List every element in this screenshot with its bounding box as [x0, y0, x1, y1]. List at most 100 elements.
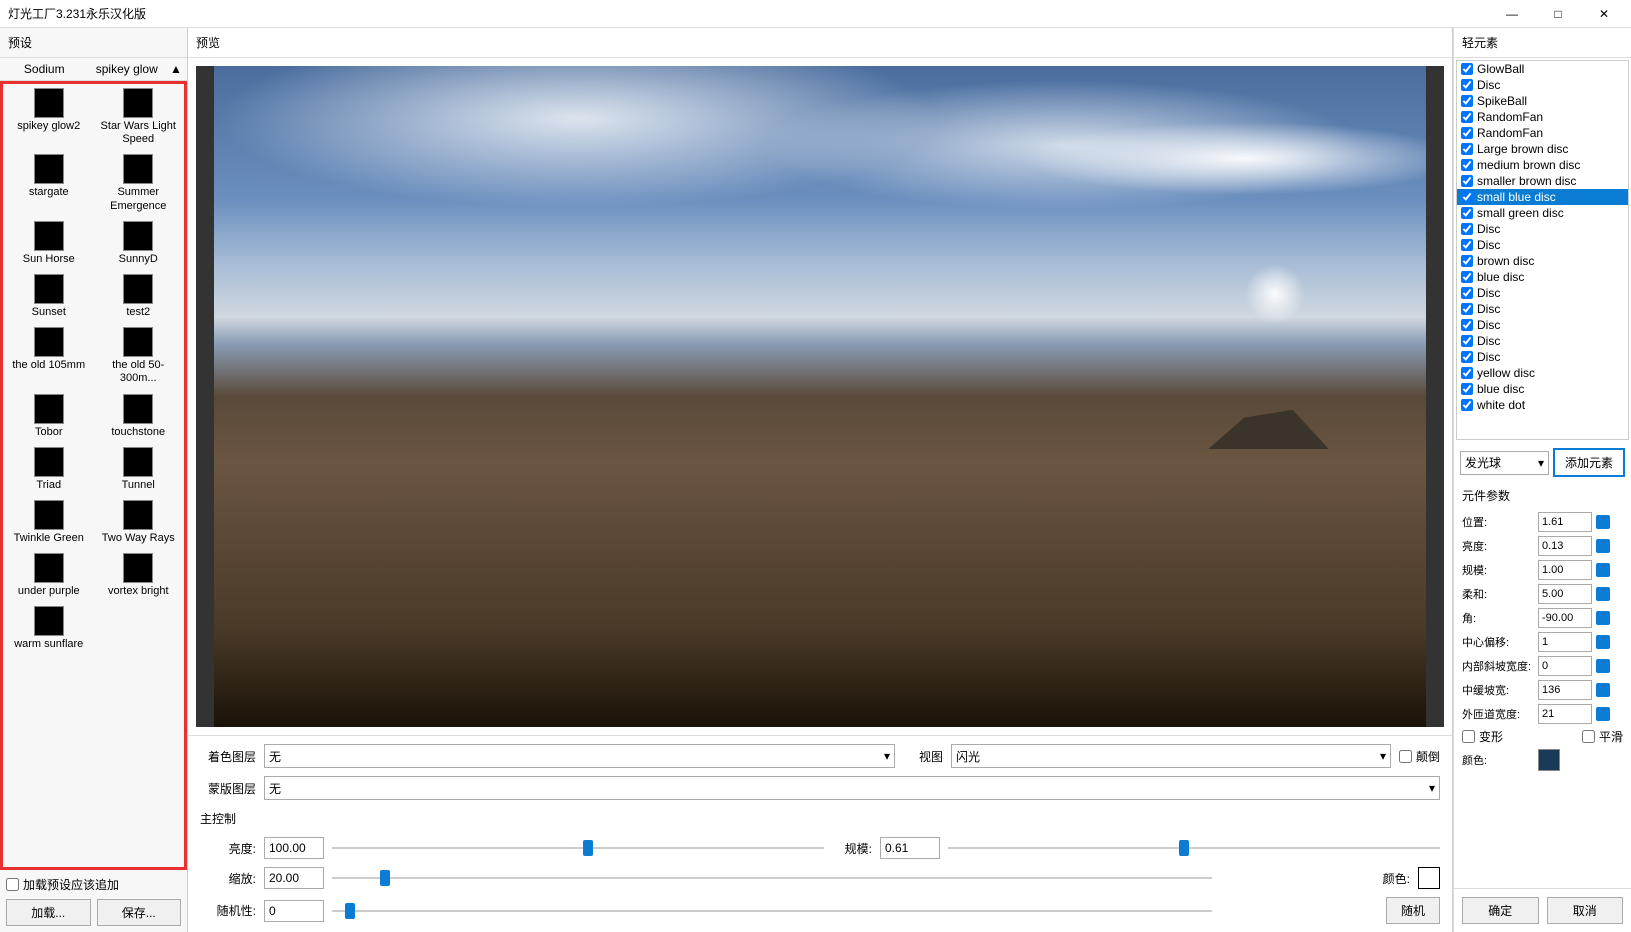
element-checkbox[interactable] [1461, 319, 1473, 331]
element-item[interactable]: Disc [1457, 237, 1628, 253]
element-checkbox[interactable] [1461, 383, 1473, 395]
preset-item[interactable]: Star Wars Light Speed [95, 86, 183, 148]
element-checkbox[interactable] [1461, 159, 1473, 171]
element-checkbox[interactable] [1461, 399, 1473, 411]
load-button[interactable]: 加载... [6, 899, 91, 926]
element-checkbox[interactable] [1461, 127, 1473, 139]
preset-item[interactable]: stargate [5, 152, 93, 214]
element-checkbox[interactable] [1461, 143, 1473, 155]
element-item[interactable]: white dot [1457, 397, 1628, 413]
preset-item[interactable]: touchstone [95, 392, 183, 441]
random-button[interactable]: 随机 [1386, 897, 1440, 924]
element-item[interactable]: yellow disc [1457, 365, 1628, 381]
param-angle-slider[interactable] [1596, 611, 1610, 625]
param-soft-input[interactable] [1538, 584, 1592, 604]
preset-item[interactable]: under purple [5, 551, 93, 600]
zoom-input[interactable] [264, 867, 324, 889]
flip-checkbox[interactable] [1399, 750, 1412, 763]
maximize-button[interactable]: □ [1535, 0, 1581, 28]
preset-item[interactable]: the old 105mm [5, 325, 93, 387]
element-checkbox[interactable] [1461, 95, 1473, 107]
element-item[interactable]: SpikeBall [1457, 93, 1628, 109]
param-mid-slope-slider[interactable] [1596, 683, 1610, 697]
element-item[interactable]: RandomFan [1457, 125, 1628, 141]
chevron-up-icon[interactable]: ▲ [169, 62, 183, 76]
view-select[interactable]: 闪光 ▾ [951, 744, 1391, 768]
element-checkbox[interactable] [1461, 335, 1473, 347]
param-scale-slider[interactable] [1596, 563, 1610, 577]
preview-canvas[interactable] [196, 66, 1444, 727]
element-checkbox[interactable] [1461, 111, 1473, 123]
element-item[interactable]: Disc [1457, 317, 1628, 333]
zoom-slider[interactable] [332, 867, 1212, 889]
element-item[interactable]: Disc [1457, 301, 1628, 317]
element-checkbox[interactable] [1461, 175, 1473, 187]
param-mid-slope-input[interactable] [1538, 680, 1592, 700]
preset-item[interactable]: vortex bright [95, 551, 183, 600]
element-item[interactable]: Disc [1457, 77, 1628, 93]
preset-item[interactable]: SunnyD [95, 219, 183, 268]
preset-item[interactable]: spikey glow2 [5, 86, 93, 148]
element-checkbox[interactable] [1461, 271, 1473, 283]
ok-button[interactable]: 确定 [1462, 897, 1539, 924]
smooth-checkbox[interactable] [1582, 730, 1595, 743]
element-checkbox[interactable] [1461, 191, 1473, 203]
param-outer-slider[interactable] [1596, 707, 1610, 721]
element-item[interactable]: medium brown disc [1457, 157, 1628, 173]
cancel-button[interactable]: 取消 [1547, 897, 1624, 924]
param-outer-input[interactable] [1538, 704, 1592, 724]
element-checkbox[interactable] [1461, 79, 1473, 91]
param-scale-input[interactable] [1538, 560, 1592, 580]
brightness-input[interactable] [264, 837, 324, 859]
load-append-checkbox[interactable] [6, 878, 19, 891]
preset-item[interactable]: Tobor [5, 392, 93, 441]
element-checkbox[interactable] [1461, 223, 1473, 235]
element-checkbox[interactable] [1461, 63, 1473, 75]
element-checkbox[interactable] [1461, 303, 1473, 315]
element-item[interactable]: Large brown disc [1457, 141, 1628, 157]
preset-item[interactable]: Summer Emergence [95, 152, 183, 214]
element-type-select[interactable]: 发光球 ▾ [1460, 451, 1549, 475]
minimize-button[interactable]: — [1489, 0, 1535, 28]
deform-checkbox[interactable] [1462, 730, 1475, 743]
element-item[interactable]: small green disc [1457, 205, 1628, 221]
element-item[interactable]: Disc [1457, 349, 1628, 365]
preset-item[interactable]: Sun Horse [5, 219, 93, 268]
preset-item[interactable]: warm sunflare [5, 604, 93, 653]
param-inner-slope-input[interactable] [1538, 656, 1592, 676]
save-button[interactable]: 保存... [97, 899, 182, 926]
element-checkbox[interactable] [1461, 287, 1473, 299]
elements-list[interactable]: GlowBallDiscSpikeBallRandomFanRandomFanL… [1456, 60, 1629, 440]
param-angle-input[interactable] [1538, 608, 1592, 628]
add-element-button[interactable]: 添加元素 [1553, 448, 1625, 477]
element-item[interactable]: RandomFan [1457, 109, 1628, 125]
element-item[interactable]: GlowBall [1457, 61, 1628, 77]
param-inner-slope-slider[interactable] [1596, 659, 1610, 673]
element-item[interactable]: blue disc [1457, 269, 1628, 285]
preset-item[interactable]: test2 [95, 272, 183, 321]
close-button[interactable]: ✕ [1581, 0, 1627, 28]
preset-item[interactable]: Sunset [5, 272, 93, 321]
param-brightness-slider[interactable] [1596, 539, 1610, 553]
element-item[interactable]: smaller brown disc [1457, 173, 1628, 189]
preset-item[interactable]: the old 50-300m... [95, 325, 183, 387]
element-item[interactable]: brown disc [1457, 253, 1628, 269]
color-swatch[interactable] [1418, 867, 1440, 889]
element-checkbox[interactable] [1461, 351, 1473, 363]
param-soft-slider[interactable] [1596, 587, 1610, 601]
element-item[interactable]: Disc [1457, 285, 1628, 301]
preset-item[interactable]: Two Way Rays [95, 498, 183, 547]
element-checkbox[interactable] [1461, 239, 1473, 251]
preset-grid[interactable]: spikey glow2Star Wars Light Speedstargat… [0, 81, 187, 870]
preset-item[interactable]: Triad [5, 445, 93, 494]
param-center-offset-input[interactable] [1538, 632, 1592, 652]
color-layer-select[interactable]: 无 ▾ [264, 744, 895, 768]
random-slider[interactable] [332, 900, 1212, 922]
scale-slider[interactable] [948, 837, 1440, 859]
element-item[interactable]: Disc [1457, 221, 1628, 237]
param-position-slider[interactable] [1596, 515, 1610, 529]
element-checkbox[interactable] [1461, 255, 1473, 267]
param-brightness-input[interactable] [1538, 536, 1592, 556]
element-checkbox[interactable] [1461, 207, 1473, 219]
param-position-input[interactable] [1538, 512, 1592, 532]
